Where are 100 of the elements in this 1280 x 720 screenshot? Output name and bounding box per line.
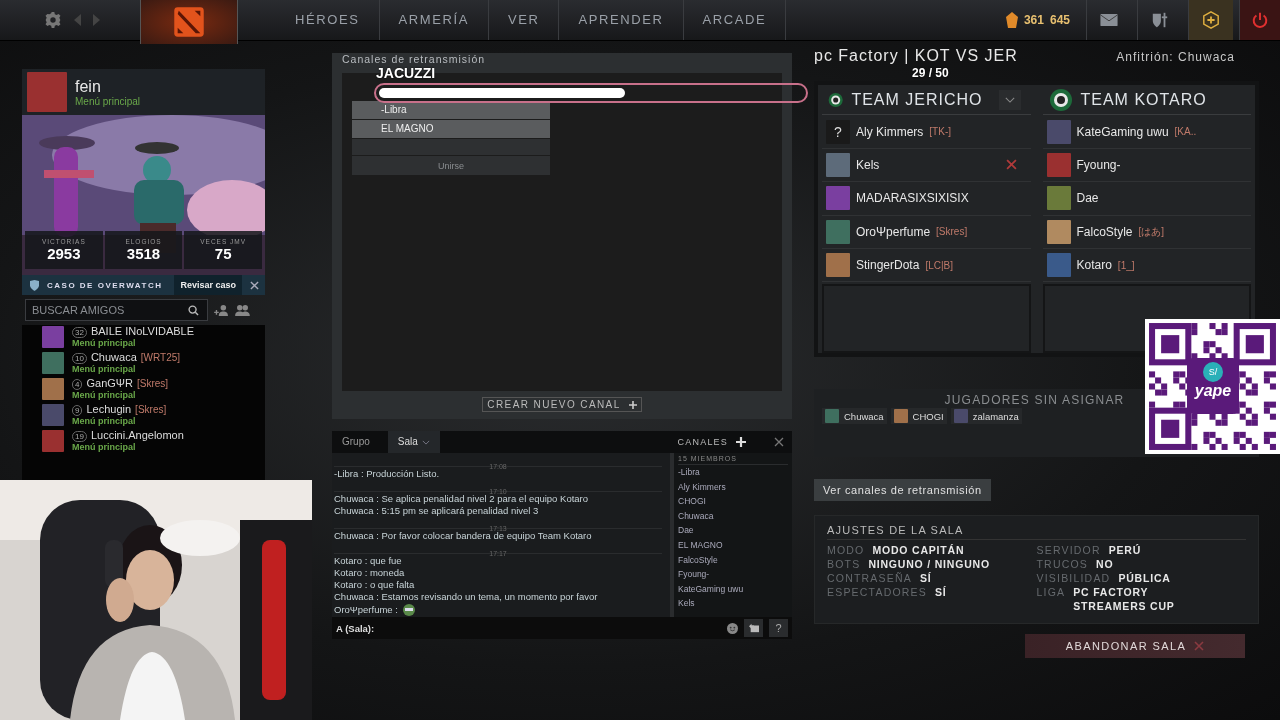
level-badge: 10 xyxy=(72,353,87,364)
nav-tab[interactable]: APRENDER xyxy=(559,0,684,40)
avatar xyxy=(1046,219,1071,244)
join-button[interactable]: Unirse xyxy=(352,156,550,175)
avatar xyxy=(1046,153,1071,177)
player-chip[interactable]: zalamanza xyxy=(950,408,1022,424)
profile-name: fein xyxy=(75,77,102,96)
close-icon[interactable] xyxy=(774,437,784,447)
chat-tab[interactable]: Grupo xyxy=(332,431,380,453)
emote-icon xyxy=(401,603,416,617)
member-name[interactable]: Aly Kimmers xyxy=(678,479,788,495)
friend-status: Menú principal xyxy=(72,416,137,426)
member-name[interactable]: KateGaming uwu xyxy=(678,581,788,597)
plus-icon xyxy=(1202,11,1220,29)
chat-message: Kotaro : moneda xyxy=(334,567,406,579)
player-row[interactable]: MADARASIXSIXISIX xyxy=(822,182,1031,216)
channel-item[interactable]: EL MAGNO xyxy=(352,120,550,138)
channel-item[interactable]: -Libra xyxy=(352,101,550,119)
avatar xyxy=(825,409,839,423)
smiley-icon[interactable] xyxy=(727,622,738,634)
add-friend-icon[interactable] xyxy=(214,304,229,316)
avatar xyxy=(1046,253,1071,278)
chat-message: Chuwaca : 5:15 pm se aplicará penalidad nivel 3 xyxy=(334,505,540,517)
player-row[interactable]: Fyoung- xyxy=(1042,148,1251,183)
team-name: TEAM KOTARO xyxy=(1080,90,1207,109)
friend-item[interactable]: 4 GanGΨR [Skres] Menú principal xyxy=(42,377,265,400)
avatar xyxy=(27,72,67,112)
avatar xyxy=(42,403,64,426)
friend-name: Luccini.Angelomon xyxy=(90,429,184,441)
stat-value: 3518 xyxy=(126,245,161,262)
member-name[interactable]: EL MAGNO xyxy=(678,537,788,553)
avatar xyxy=(1046,186,1071,211)
chat-message: Kotaro : que fue xyxy=(334,555,403,567)
member-name[interactable]: Dae xyxy=(678,523,788,538)
nav-tab[interactable]: VER xyxy=(488,0,560,40)
plus-icon xyxy=(628,400,637,409)
search-field[interactable]: BUSCAR AMIGOS xyxy=(25,299,208,321)
close-icon[interactable] xyxy=(250,280,259,290)
leave-lobby-button[interactable]: ABANDONAR SALA xyxy=(1025,634,1245,658)
avatar xyxy=(953,409,968,423)
nav-tab[interactable]: HÉROES xyxy=(276,0,380,40)
power-button[interactable] xyxy=(1239,0,1280,40)
screen-icon xyxy=(747,623,760,633)
plus-button[interactable] xyxy=(1188,0,1233,40)
kick-icon[interactable] xyxy=(1005,159,1017,171)
avatar xyxy=(826,153,850,177)
help-button[interactable]: ? xyxy=(769,619,788,637)
view-broadcast-button[interactable]: Ver canales de retransmisión xyxy=(814,479,991,501)
player-name: OroΨperfume xyxy=(856,224,931,239)
goal-count: 29 / 50 xyxy=(912,66,949,81)
setting-value: PC FACTORY STREAMERS CUP xyxy=(1073,585,1176,613)
setting-value: NO xyxy=(1096,557,1114,571)
setting-label: VISIBILIDAD xyxy=(1036,571,1111,585)
player-row[interactable]: OroΨperfume [Skres] xyxy=(822,215,1031,249)
chevron-down-icon xyxy=(421,439,430,445)
setting-label: BOTS xyxy=(827,557,861,571)
friend-name: Chuwaca xyxy=(90,351,137,363)
player-chip[interactable]: Chuwaca xyxy=(822,408,887,424)
clan-tag: [KA.. xyxy=(1174,126,1197,138)
nav-tab[interactable]: ARCADE xyxy=(683,0,787,40)
player-row[interactable]: Dae xyxy=(1042,182,1251,216)
friend-item[interactable]: 19 Luccini.Angelomon Menú principal xyxy=(42,429,265,452)
group-icon[interactable] xyxy=(235,304,250,316)
friend-item[interactable]: 9 Lechugin [Skres] Menú principal xyxy=(42,403,265,426)
avatar xyxy=(42,325,64,348)
member-name[interactable]: Chuwaca xyxy=(678,508,788,524)
chat-message: Chuwaca : Estamos revisando un tema, un momento por favor xyxy=(334,591,599,603)
member-name[interactable]: FalcoStyle xyxy=(678,552,788,568)
player-chip[interactable]: CHOGI xyxy=(890,408,947,424)
player-row[interactable]: KateGaming uwu [KA.. xyxy=(1042,115,1251,149)
friend-item[interactable]: 32 BAILE INoLVIDABLE Menú principal xyxy=(42,325,265,348)
chat-tab[interactable]: Sala xyxy=(387,431,440,453)
home-button[interactable] xyxy=(140,0,238,44)
player-row[interactable]: StingerDota [LC|B] xyxy=(822,248,1031,283)
nav-tab[interactable]: ARMERÍA xyxy=(379,0,489,40)
review-case-button[interactable]: Revisar caso xyxy=(174,275,242,295)
member-name[interactable]: CHOGI xyxy=(678,494,788,509)
setting-value: NINGUNO / NINGUNO xyxy=(868,557,990,571)
player-row[interactable]: Kels xyxy=(822,148,1031,183)
friend-item[interactable]: 10 Chuwaca [WRT25] Menú principal xyxy=(42,351,265,374)
avatar xyxy=(42,429,64,452)
clan-tag: [Skres] xyxy=(135,404,167,415)
chat-input[interactable]: A (Sala): xyxy=(332,617,721,639)
friend-status: Menú principal xyxy=(72,338,137,348)
member-name[interactable]: -Libra xyxy=(678,465,788,480)
logo-text: yape xyxy=(1194,382,1232,400)
stat-value: 75 xyxy=(214,245,232,262)
overwatch-title: CASO DE OVERWATCH xyxy=(47,280,163,290)
channels-label: CANALES xyxy=(677,437,728,447)
player-row[interactable]: FalcoStyle [はあ] xyxy=(1042,215,1251,249)
create-channel-button[interactable]: CREAR NUEVO CANAL xyxy=(482,397,642,412)
member-name[interactable]: Kels xyxy=(678,596,788,611)
member-name[interactable]: Fyoung- xyxy=(678,567,788,582)
settings-icon[interactable] xyxy=(44,11,62,29)
level-badge: 19 xyxy=(72,431,87,442)
setting-label: SERVIDOR xyxy=(1036,543,1101,557)
player-row[interactable]: Kotaro [1_] xyxy=(1042,248,1251,283)
player-row[interactable]: ? Aly Kimmers [TK-] xyxy=(822,115,1031,149)
clan-tag: [TK-] xyxy=(929,126,951,138)
plus-icon[interactable] xyxy=(736,437,746,447)
